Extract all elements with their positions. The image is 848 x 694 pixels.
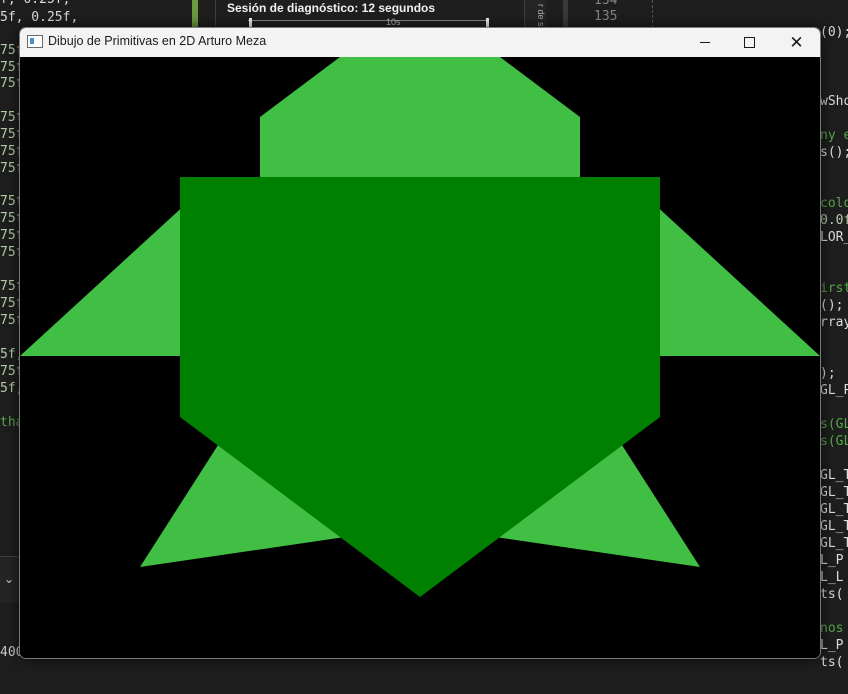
diagnostic-session-label: Sesión de diagnóstico: 12 segundos: [227, 1, 436, 15]
chevron-down-icon[interactable]: ⌄: [4, 572, 14, 586]
close-button[interactable]: ✕: [774, 28, 819, 57]
minimize-icon: [699, 42, 710, 43]
code-line: s();: [820, 145, 848, 160]
gutter-marker: [563, 0, 568, 28]
change-marker: [192, 0, 198, 28]
app-window[interactable]: Dibujo de Primitivas en 2D Arturo Meza ✕: [19, 27, 821, 659]
code-line: GL_T: [820, 536, 848, 551]
timeline-tick-label: 10s: [386, 17, 401, 27]
title-bar[interactable]: Dibujo de Primitivas en 2D Arturo Meza ✕: [20, 28, 820, 57]
code-line: L_P: [820, 638, 844, 653]
code-line: 0.0f: [820, 213, 848, 228]
code-line: s(GL: [820, 434, 848, 449]
code-line: colo: [820, 196, 848, 211]
code-line: LOR_: [820, 230, 848, 245]
indent-guide: [652, 0, 654, 28]
maximize-icon: [744, 37, 755, 48]
diagnostic-tools-panel: Sesión de diagnóstico: 12 segundos 10s: [215, 0, 526, 30]
code-line: GL_T: [820, 485, 848, 500]
code-line: s(GL: [820, 417, 848, 432]
render-canvas: [20, 57, 820, 658]
code-line: ny e: [820, 128, 848, 143]
minimize-button[interactable]: [682, 28, 727, 57]
window-title: Dibujo de Primitivas en 2D Arturo Meza: [48, 34, 267, 48]
code-line: (0);: [820, 25, 848, 40]
code-line: f, 0.25f,: [0, 0, 70, 8]
diagnostic-timeline: [248, 20, 488, 21]
maximize-button[interactable]: [727, 28, 772, 57]
code-line: GL_T: [820, 519, 848, 534]
close-icon: ✕: [789, 32, 804, 53]
code-line: L_P: [820, 553, 844, 568]
vertical-tab-label[interactable]: r de s: [524, 0, 546, 30]
line-number: 135: [594, 9, 618, 24]
code-line: GL_P: [820, 383, 848, 398]
code-line: irst: [820, 281, 848, 296]
code-line: nos: [820, 621, 844, 636]
code-line: ts(: [820, 655, 844, 670]
code-line: GL_T: [820, 502, 848, 517]
app-window-icon[interactable]: [27, 35, 43, 48]
code-line: ();: [820, 298, 844, 313]
code-line: rray: [820, 315, 848, 330]
code-line: L_L: [820, 570, 844, 585]
code-line: );: [820, 366, 836, 381]
code-line: ts(: [820, 587, 844, 602]
code-line: wSho: [820, 94, 848, 109]
code-line: 5f, 0.25f,: [0, 10, 79, 25]
code-line: GL_T: [820, 468, 848, 483]
line-number: 134: [594, 0, 618, 8]
